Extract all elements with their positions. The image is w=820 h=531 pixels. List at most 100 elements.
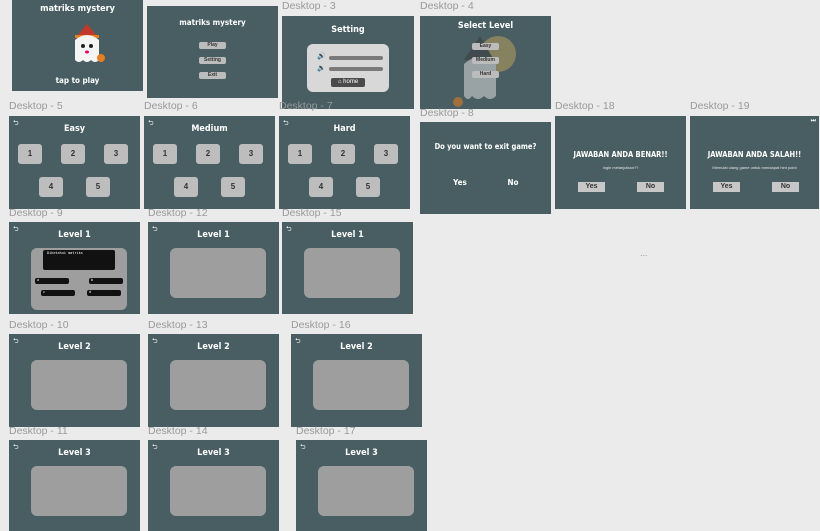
level1-title: Level 1 <box>331 230 364 240</box>
level2-title: Level 2 <box>197 342 230 352</box>
medium-button[interactable]: Medium <box>472 57 499 64</box>
medium-title: Medium <box>191 124 228 134</box>
hard-level-5-button[interactable]: 5 <box>356 177 380 197</box>
frame-label-desktop-19: Desktop - 19 <box>690 100 750 112</box>
skip-forward-icon[interactable]: ⏭ <box>811 118 816 125</box>
question-panel <box>170 466 266 516</box>
answer-option-c[interactable]: c <box>41 290 75 296</box>
frame-setting: Setting 🔊 🔉 ⌂ home <box>282 16 414 109</box>
question-panel <box>313 360 409 410</box>
wrong-yes-button[interactable]: Yes <box>713 182 740 192</box>
level2-title: Level 2 <box>340 342 373 352</box>
correct-answer-subtitle: Ingin melanjutkan?? <box>602 165 639 170</box>
home-button-label: home <box>343 79 359 85</box>
frame-label-desktop-13: Desktop - 13 <box>148 319 208 331</box>
level2-title: Level 2 <box>58 342 91 352</box>
frame-label-desktop-7: Desktop - 7 <box>279 100 333 112</box>
home-button[interactable]: ⌂ home <box>331 78 365 87</box>
music-slider[interactable] <box>329 56 383 60</box>
frame-label-desktop-3: Desktop - 3 <box>282 0 336 12</box>
answer-a-label: a <box>37 278 40 282</box>
easy-level-4-button[interactable]: 4 <box>39 177 63 197</box>
level3-title: Level 3 <box>197 448 230 458</box>
setting-title: Setting <box>331 25 365 35</box>
medium-level-5-button[interactable]: 5 <box>221 177 245 197</box>
hard-level-3-button[interactable]: 3 <box>374 144 398 164</box>
frame-level3-c: ⮌ Level 3 <box>296 440 427 531</box>
frame-label-desktop-6: Desktop - 6 <box>144 100 198 112</box>
answer-d-label: d <box>89 290 92 294</box>
frame-label-desktop-4: Desktop - 4 <box>420 0 474 12</box>
menu-play-button[interactable]: Play <box>199 42 226 49</box>
question-panel: Diketahui matriks a b c d <box>31 248 127 310</box>
level3-title: Level 3 <box>58 448 91 458</box>
exit-question: Do you want to exit game? <box>434 142 537 151</box>
medium-level-1-button[interactable]: 1 <box>153 144 177 164</box>
frame-label-desktop-14: Desktop - 14 <box>148 425 208 437</box>
hard-level-2-button[interactable]: 2 <box>331 144 355 164</box>
medium-level-3-button[interactable]: 3 <box>239 144 263 164</box>
correct-no-button[interactable]: No <box>637 182 664 192</box>
frame-level1-b: ⮌ Level 1 <box>148 222 279 314</box>
frame-label-desktop-15: Desktop - 15 <box>282 207 342 219</box>
frame-level3-a: ⮌ Level 3 <box>9 440 140 531</box>
wrong-answer-subtitle: Memulai ulang game untuk mendapat hint p… <box>712 165 797 170</box>
frame-level2-b: ⮌ Level 2 <box>148 334 279 427</box>
easy-level-1-button[interactable]: 1 <box>18 144 42 164</box>
medium-level-4-button[interactable]: 4 <box>174 177 198 197</box>
hard-title: Hard <box>333 124 356 134</box>
question-panel <box>170 248 266 298</box>
ghost-mascot-icon <box>453 36 516 107</box>
frame-select-level: Select Level Easy Medium Hard <box>420 16 551 109</box>
frame-medium: ⮌ Medium 1 2 3 4 5 <box>144 116 275 209</box>
answer-option-d[interactable]: d <box>87 290 121 296</box>
correct-yes-button[interactable]: Yes <box>578 182 605 192</box>
question-panel <box>318 466 414 516</box>
tap-to-play-text[interactable]: tap to play <box>12 76 143 85</box>
level1-title: Level 1 <box>197 230 230 240</box>
exit-yes-button[interactable]: Yes <box>445 178 475 187</box>
frame-level1-c: ⮌ Level 1 <box>282 222 413 314</box>
frame-level1-a: ⮌ Level 1 Diketahui matriks a b c d <box>9 222 140 314</box>
frame-label-desktop-5: Desktop - 5 <box>9 100 63 112</box>
ghost-mascot-icon <box>75 24 105 62</box>
answer-c-label: c <box>43 290 46 294</box>
frame-level2-c: ⮌ Level 2 <box>291 334 422 427</box>
frame-level2-a: ⮌ Level 2 <box>9 334 140 427</box>
home-icon: ⌂ <box>337 79 342 85</box>
answer-b-label: b <box>91 278 94 282</box>
frame-easy: ⮌ Easy 1 2 3 4 5 <box>9 116 140 209</box>
question-panel <box>31 466 127 516</box>
medium-level-2-button[interactable]: 2 <box>196 144 220 164</box>
frame-label-desktop-8: Desktop - 8 <box>420 107 474 119</box>
hard-level-4-button[interactable]: 4 <box>309 177 333 197</box>
canvas-ellipsis: ... <box>640 248 648 258</box>
frame-home[interactable]: matriks mystery tap to play <box>12 0 143 91</box>
question-panel <box>304 248 400 298</box>
menu-setting-button[interactable]: Setting <box>199 57 226 64</box>
question-panel <box>31 360 127 410</box>
wrong-no-button[interactable]: No <box>772 182 799 192</box>
correct-answer-title: JAWABAN ANDA BENAR!! <box>573 150 668 159</box>
frame-menu: matriks mystery Play Setting Exit <box>147 6 278 98</box>
speaker-icon: 🔊 <box>317 53 326 60</box>
frame-label-desktop-12: Desktop - 12 <box>148 207 208 219</box>
frame-label-desktop-17: Desktop - 17 <box>296 425 356 437</box>
easy-button[interactable]: Easy <box>472 43 499 50</box>
easy-level-2-button[interactable]: 2 <box>61 144 85 164</box>
answer-option-a[interactable]: a <box>35 278 69 284</box>
exit-no-button[interactable]: No <box>498 178 528 187</box>
frame-label-desktop-18: Desktop - 18 <box>555 100 615 112</box>
hard-button[interactable]: Hard <box>472 71 499 78</box>
easy-level-5-button[interactable]: 5 <box>86 177 110 197</box>
menu-exit-button[interactable]: Exit <box>199 72 226 79</box>
menu-title: matriks mystery <box>179 18 246 27</box>
question-panel <box>170 360 266 410</box>
sfx-slider[interactable] <box>329 67 383 71</box>
answer-option-b[interactable]: b <box>89 278 123 284</box>
hard-level-1-button[interactable]: 1 <box>288 144 312 164</box>
level1-title: Level 1 <box>58 230 91 240</box>
easy-level-3-button[interactable]: 3 <box>104 144 128 164</box>
frame-label-desktop-9: Desktop - 9 <box>9 207 63 219</box>
home-title: matriks mystery <box>40 4 115 14</box>
